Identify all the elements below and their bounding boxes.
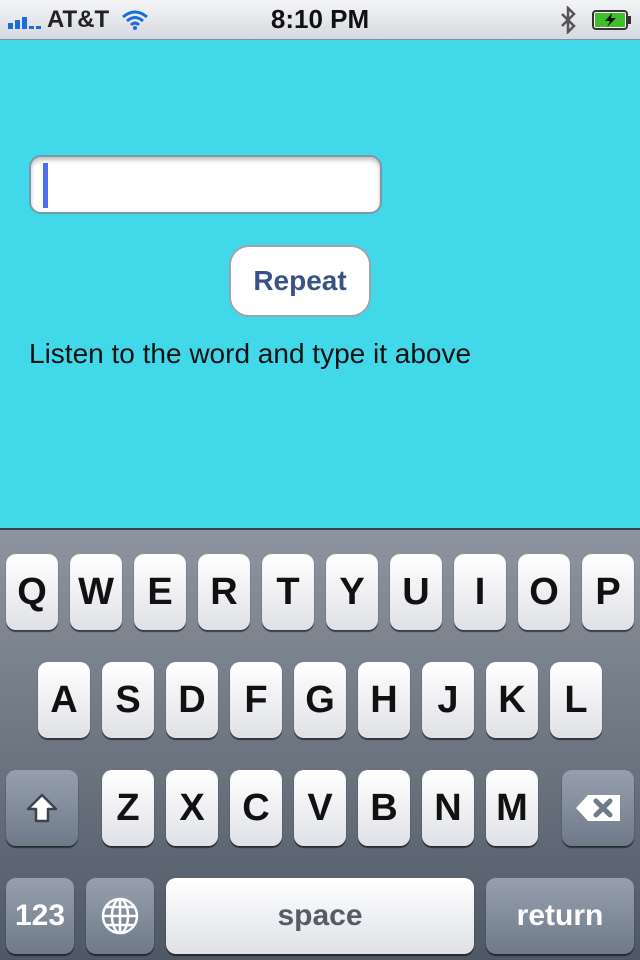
key-j[interactable]: J [422,662,474,738]
delete-key[interactable] [562,770,634,846]
text-cursor [43,163,48,208]
key-q[interactable]: Q [6,554,58,630]
key-l[interactable]: L [550,662,602,738]
backspace-icon [576,795,620,821]
key-z[interactable]: Z [102,770,154,846]
return-key[interactable]: return [486,878,634,954]
key-n[interactable]: N [422,770,474,846]
key-a[interactable]: A [38,662,90,738]
key-i[interactable]: I [454,554,506,630]
bluetooth-icon [561,6,576,34]
status-time: 8:10 PM [270,4,370,34]
key-c[interactable]: C [230,770,282,846]
repeat-button[interactable]: Repeat [229,245,371,317]
key-b[interactable]: B [358,770,410,846]
status-right [560,6,632,34]
key-x[interactable]: X [166,770,218,846]
globe-icon [101,897,139,935]
key-y[interactable]: Y [326,554,378,630]
key-r[interactable]: R [198,554,250,630]
key-m[interactable]: M [486,770,538,846]
battery-charging-icon [592,10,631,30]
key-s[interactable]: S [102,662,154,738]
shift-arrow-icon [26,793,58,823]
numbers-key[interactable]: 123 [6,878,74,954]
key-g[interactable]: G [294,662,346,738]
shift-key[interactable] [6,770,78,846]
key-k[interactable]: K [486,662,538,738]
key-e[interactable]: E [134,554,186,630]
key-o[interactable]: O [518,554,570,630]
key-v[interactable]: V [294,770,346,846]
keyboard: Q W E R T Y U I O P A S D F G H J K L Z … [0,528,640,960]
key-f[interactable]: F [230,662,282,738]
key-h[interactable]: H [358,662,410,738]
key-d[interactable]: D [166,662,218,738]
key-w[interactable]: W [70,554,122,630]
key-t[interactable]: T [262,554,314,630]
space-key[interactable]: space [166,878,474,954]
key-p[interactable]: P [582,554,634,630]
key-u[interactable]: U [390,554,442,630]
answer-input[interactable] [29,155,382,214]
instruction-text: Listen to the word and type it above [29,338,472,369]
status-bar: AT&T 8:10 PM [0,0,640,40]
globe-key[interactable] [86,878,154,954]
